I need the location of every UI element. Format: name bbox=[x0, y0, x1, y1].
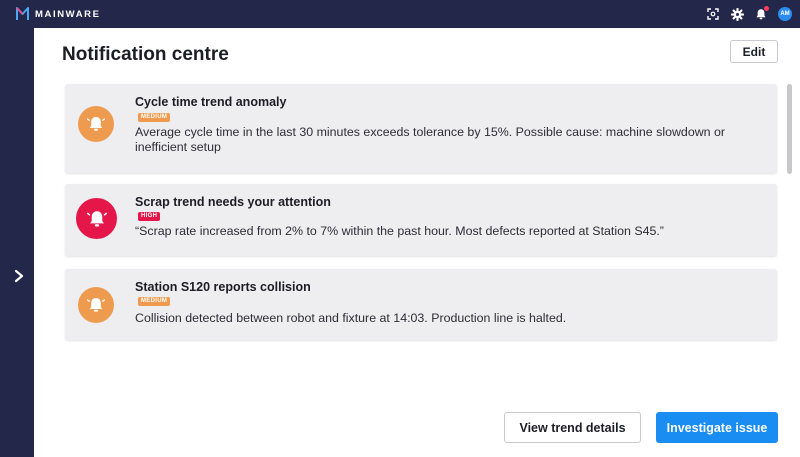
bell-icon bbox=[86, 210, 107, 226]
page-title: Notification centre bbox=[62, 44, 229, 65]
gear-icon[interactable] bbox=[730, 7, 744, 21]
bell-icon bbox=[86, 117, 106, 131]
notification-title: Scrap trend needs your attention bbox=[135, 195, 331, 209]
notification-bell-icon[interactable] bbox=[754, 6, 769, 21]
view-trend-details-button[interactable]: View trend details bbox=[504, 412, 641, 443]
severity-badge: MEDIUM bbox=[138, 297, 171, 306]
notification-title: Station S120 reports collision bbox=[135, 280, 311, 294]
top-bar: MAINWARE AM bbox=[0, 0, 800, 28]
mainware-logo-icon bbox=[16, 7, 29, 20]
edit-button[interactable]: Edit bbox=[730, 40, 778, 63]
severity-badge: MEDIUM bbox=[138, 113, 171, 122]
scrollbar[interactable] bbox=[787, 84, 792, 174]
fullscreen-icon[interactable] bbox=[706, 7, 720, 21]
top-icons: AM bbox=[696, 0, 792, 28]
brand-name: MAINWARE bbox=[35, 8, 101, 20]
notification-message: “Scrap rate increased from 2% to 7% with… bbox=[135, 224, 664, 238]
sidebar bbox=[0, 28, 34, 457]
investigate-issue-button[interactable]: Investigate issue bbox=[656, 412, 778, 443]
unread-dot bbox=[764, 6, 769, 11]
notification-card[interactable]: Scrap trend needs your attention HIGH “S… bbox=[65, 184, 777, 256]
brand[interactable]: MAINWARE bbox=[16, 7, 101, 21]
severity-high-circle bbox=[76, 198, 117, 239]
severity-badge: HIGH bbox=[138, 212, 161, 221]
notification-message: Collision detected between robot and fix… bbox=[135, 311, 567, 325]
severity-medium-circle bbox=[78, 287, 114, 323]
chevron-right-icon[interactable] bbox=[13, 269, 25, 283]
avatar[interactable]: AM bbox=[778, 7, 792, 21]
notification-panel: Notification centre Edit Cycle time tren… bbox=[34, 28, 800, 457]
notification-card[interactable]: Station S120 reports collision MEDIUM Co… bbox=[65, 269, 777, 340]
notification-title: Cycle time trend anomaly bbox=[135, 95, 287, 109]
notification-card[interactable]: Cycle time trend anomaly MEDIUM Average … bbox=[65, 84, 777, 173]
notification-message: Average cycle time in the last 30 minute… bbox=[135, 125, 726, 154]
bell-icon bbox=[86, 298, 106, 312]
severity-medium-circle bbox=[78, 106, 114, 142]
